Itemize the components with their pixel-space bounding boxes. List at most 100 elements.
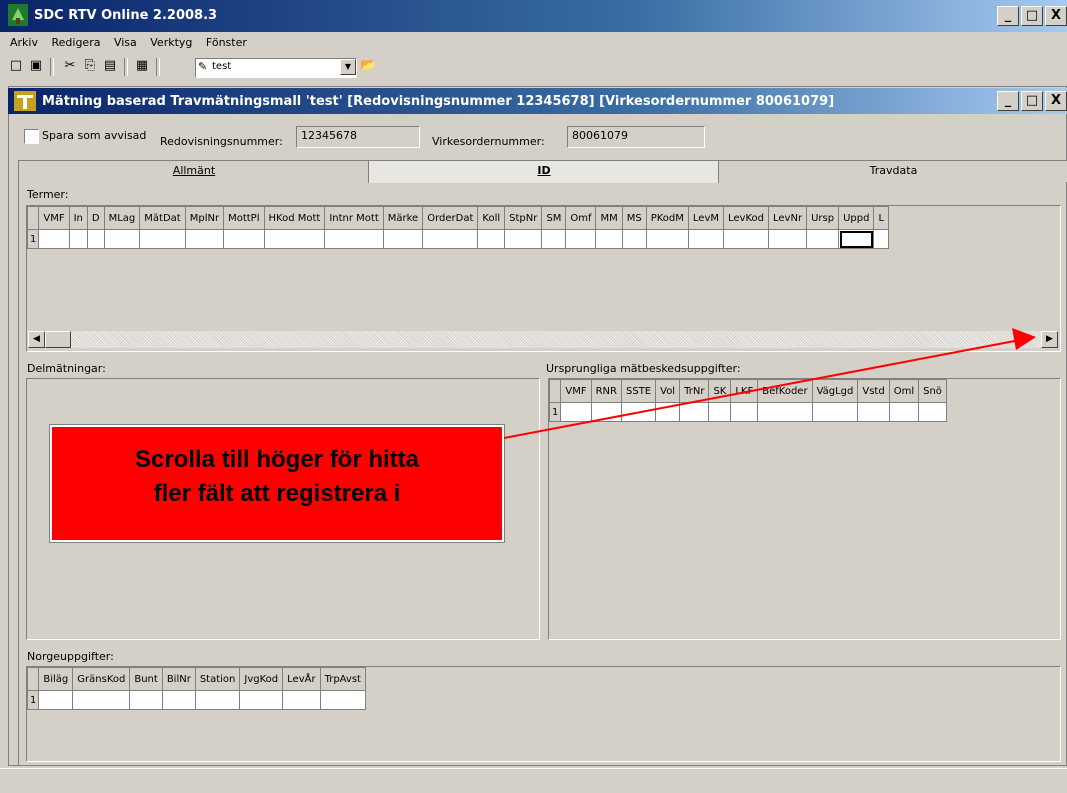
cut-icon[interactable]: ✂ [62, 58, 78, 74]
tab-travdata[interactable]: Travdata [718, 160, 1067, 183]
urspr-col-header[interactable]: Snö [918, 379, 947, 403]
norge-col-header[interactable]: Bunt [129, 667, 163, 691]
urspr-col-header[interactable]: SSTE [620, 379, 657, 403]
menu-arkiv[interactable]: Arkiv [10, 36, 38, 49]
termer-col-header[interactable]: StpNr [504, 206, 543, 230]
child-close-button[interactable]: X [1045, 91, 1067, 111]
menu-verktyg[interactable]: Verktyg [150, 36, 192, 49]
copy-icon[interactable]: ⎘ [82, 58, 98, 74]
instruction-callout: Scrolla till höger för hitta fler fält a… [50, 425, 504, 542]
norge-col-header[interactable]: Biläg [38, 667, 74, 691]
termer-col-header[interactable]: SM [541, 206, 567, 230]
norge-col-header[interactable]: JvgKod [239, 667, 284, 691]
open-folder-icon[interactable]: 📂 [360, 58, 376, 74]
template-combo[interactable]: ✎ test ▼ [195, 58, 357, 78]
menu-visa[interactable]: Visa [114, 36, 137, 49]
termer-row: 1 [27, 229, 890, 249]
termer-col-header[interactable]: Ursp [806, 206, 840, 230]
termer-col-header[interactable]: Omf [565, 206, 597, 230]
termer-col-header[interactable]: D [86, 206, 105, 230]
termer-col-header[interactable]: LevNr [767, 206, 808, 230]
termer-col-header[interactable]: MS [621, 206, 647, 230]
urspr-col-header[interactable]: LKF [730, 379, 759, 403]
termer-col-header[interactable]: MLag [103, 206, 141, 230]
urspr-col-header[interactable]: BefKoder [757, 379, 813, 403]
child-title-bar: Mätning baserad Travmätningsmall 'test' … [8, 88, 1067, 114]
properties-icon[interactable]: ▦ [134, 58, 150, 74]
urspr-col-header[interactable]: VMF [560, 379, 592, 403]
urspr-col-header[interactable]: SK [708, 379, 732, 403]
spara-avvisad-checkbox[interactable] [24, 129, 39, 144]
norge-col-header[interactable]: BilNr [161, 667, 196, 691]
termer-col-header[interactable]: LevM [687, 206, 725, 230]
termer-col-header[interactable]: HKod Mott [263, 206, 326, 230]
scroll-thumb[interactable] [45, 331, 71, 348]
save-icon[interactable]: ▣ [28, 58, 44, 74]
urspr-col-header[interactable]: Vstd [857, 379, 890, 403]
tab-id[interactable]: ID [368, 160, 720, 183]
redov-field[interactable]: 12345678 [296, 126, 420, 148]
ursprungliga-header-row: VMF RNR SSTE Vol TrNr SK LKF BefKoder Vä… [549, 379, 947, 403]
measurement-icon [14, 91, 36, 111]
norge-grid[interactable]: Biläg GränsKod Bunt BilNr Station JvgKod… [26, 666, 1061, 762]
termer-col-header[interactable]: MplNr [184, 206, 225, 230]
norge-col-header[interactable]: Station [194, 667, 241, 691]
ursprungliga-row: 1 [549, 402, 947, 422]
menu-fonster[interactable]: Fönster [206, 36, 247, 49]
norge-col-header[interactable]: LevÅr [282, 667, 321, 691]
pencil-icon: ✎ [198, 60, 208, 73]
termer-col-header[interactable]: MottPl [223, 206, 265, 230]
tab-allmant[interactable]: Allmänt [18, 160, 370, 183]
chevron-down-icon[interactable]: ▼ [340, 59, 356, 75]
termer-selected-cell[interactable] [838, 229, 875, 249]
scroll-right-icon[interactable]: ▶ [1041, 331, 1058, 348]
termer-col-header[interactable]: Märke [382, 206, 424, 230]
termer-col-header[interactable]: Intnr Mott [324, 206, 384, 230]
close-button[interactable]: X [1045, 6, 1067, 26]
termer-col-header[interactable]: MM [595, 206, 623, 230]
child-maximize-button[interactable]: □ [1021, 91, 1043, 111]
scroll-left-icon[interactable]: ◀ [28, 331, 45, 348]
termer-table: VMF In D MLag MätDat MplNr MottPl HKod M… [27, 206, 890, 249]
urspr-col-header[interactable]: Oml [888, 379, 920, 403]
urspr-col-header[interactable]: Vol [655, 379, 681, 403]
termer-col-header[interactable]: PKodM [645, 206, 689, 230]
termer-col-header[interactable]: Koll [477, 206, 506, 230]
termer-col-header[interactable]: MätDat [139, 206, 186, 230]
maximize-button[interactable]: □ [1021, 6, 1043, 26]
urspr-col-header[interactable]: RNR [590, 379, 623, 403]
termer-col-header[interactable]: VMF [38, 206, 70, 230]
spara-avvisad-label: Spara som avvisad [42, 129, 147, 142]
ursprungliga-grid[interactable]: VMF RNR SSTE Vol TrNr SK LKF BefKoder Vä… [548, 378, 1061, 640]
template-combo-value: test [212, 61, 232, 72]
norge-col-header[interactable]: GränsKod [72, 667, 131, 691]
ursprungliga-table: VMF RNR SSTE Vol TrNr SK LKF BefKoder Vä… [549, 379, 947, 422]
termer-col-header[interactable]: In [68, 206, 88, 230]
urspr-col-header[interactable]: VägLgd [811, 379, 859, 403]
menu-redigera[interactable]: Redigera [51, 36, 100, 49]
new-file-icon[interactable]: □ [8, 58, 24, 74]
termer-header-row: VMF In D MLag MätDat MplNr MottPl HKod M… [27, 206, 890, 230]
paste-icon[interactable]: ▤ [102, 58, 118, 74]
termer-col-header[interactable]: L [873, 206, 890, 230]
urspr-row-number: 1 [549, 402, 562, 422]
menu-bar: Arkiv Redigera Visa Verktyg Fönster [0, 36, 400, 54]
minimize-button[interactable]: _ [997, 6, 1019, 26]
termer-grid[interactable]: VMF In D MLag MätDat MplNr MottPl HKod M… [26, 205, 1061, 352]
termer-row-number: 1 [27, 229, 40, 249]
norge-table: Biläg GränsKod Bunt BilNr Station JvgKod… [27, 667, 366, 710]
termer-col-header[interactable]: Uppd [838, 206, 875, 230]
urspr-col-header[interactable]: TrNr [679, 379, 710, 403]
termer-col-header[interactable]: OrderDat [422, 206, 479, 230]
termer-col-header[interactable]: LevKod [723, 206, 769, 230]
norge-col-header[interactable]: TrpAvst [319, 667, 366, 691]
child-title: Mätning baserad Travmätningsmall 'test' … [42, 94, 835, 109]
child-minimize-button[interactable]: _ [997, 91, 1019, 111]
virkes-field[interactable]: 80061079 [567, 126, 705, 148]
callout-line-2: fler fält att registrera i [153, 480, 401, 507]
norge-label: Norgeuppgifter: [27, 650, 114, 663]
app-title: SDC RTV Online 2.2008.3 [34, 8, 218, 23]
termer-hscrollbar[interactable]: ◀ ▶ [28, 331, 1058, 348]
termer-label: Termer: [27, 188, 69, 201]
ursprungliga-label: Ursprungliga mätbeskedsuppgifter: [546, 362, 741, 375]
